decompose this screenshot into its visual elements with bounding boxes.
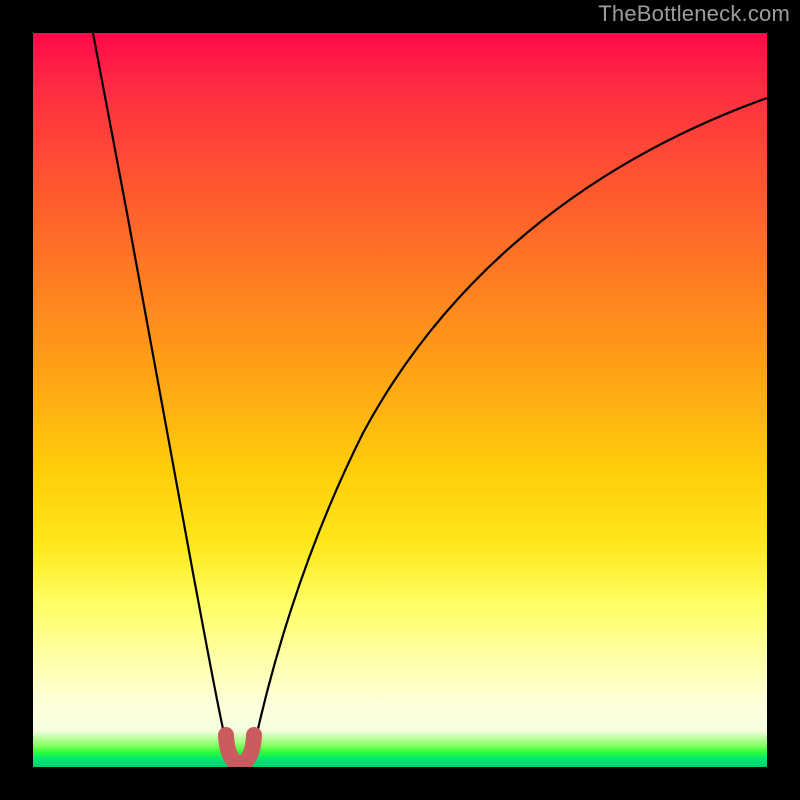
plot-area	[33, 33, 767, 767]
chart-frame: TheBottleneck.com	[0, 0, 800, 800]
dip-marker	[226, 735, 254, 763]
left-curve	[93, 33, 230, 761]
curves-svg	[33, 33, 767, 767]
right-curve	[251, 98, 767, 761]
watermark-text: TheBottleneck.com	[598, 1, 790, 27]
